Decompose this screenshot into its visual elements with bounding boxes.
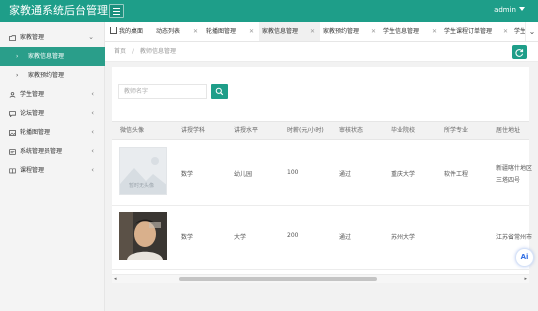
search-button[interactable]: [211, 84, 228, 99]
chevron-right-icon: ›: [16, 72, 19, 79]
cell-address: 江苏省常州市: [496, 234, 533, 241]
tab-tutor-booking[interactable]: 家教预约管理 ✕: [320, 22, 381, 41]
table-header: 微信头像 讲授学科 讲授水平 时薪(元/小时) 审核状态 毕业院校 所学专业 居…: [112, 121, 529, 140]
chevron-left-icon: ‹: [91, 147, 94, 155]
tab-news[interactable]: 动态列表 ✕: [154, 22, 204, 41]
avatar: [119, 212, 167, 260]
chevron-left-icon: ‹: [91, 128, 94, 136]
sidebar-item-students[interactable]: 学生管理 ‹: [0, 85, 105, 104]
sidebar-item-tutor-management[interactable]: 家教管理 ⌄: [0, 28, 105, 47]
close-icon[interactable]: ✕: [310, 22, 315, 41]
table-row: 数学 大学 200 通过 苏州大学 江苏省常州市: [112, 206, 533, 270]
sidebar-item-carousel[interactable]: 轮播图管理 ‹: [0, 123, 105, 142]
tab-desktop[interactable]: 我的桌面: [110, 22, 154, 41]
tab-bar: 我的桌面 动态列表 ✕ 轮播图管理 ✕ 家教信息管理 ✕ 家教预约管理 ✕ 学生信息管理…: [105, 22, 538, 42]
users-icon: [9, 92, 16, 98]
tab-student-info[interactable]: 学生信息管理 ✕: [381, 22, 442, 41]
chevron-down-icon: ⌄: [88, 33, 94, 41]
column-header: 讲授学科: [181, 127, 206, 134]
breadcrumb-current: 教师信息管理: [140, 48, 177, 55]
scrollbar-thumb[interactable]: [179, 277, 377, 281]
close-icon[interactable]: ✕: [371, 22, 376, 41]
horizontal-scrollbar[interactable]: ◂ ▸: [112, 274, 529, 283]
avatar-photo: [119, 212, 167, 260]
sidebar-item-forum[interactable]: 论坛管理 ‹: [0, 104, 105, 123]
table-row: 暂时无头像 数学 幼儿园 100 通过 重庆大学 软件工程 新疆喀什地区 三塔四…: [112, 140, 533, 206]
close-icon[interactable]: ✕: [503, 22, 508, 41]
chevron-left-icon: ‹: [91, 166, 94, 174]
breadcrumb: 首页 / 教师信息管理: [114, 48, 177, 55]
column-header: 毕业院校: [391, 127, 416, 134]
close-icon[interactable]: ✕: [249, 22, 254, 41]
column-header: 审核状态: [339, 127, 364, 134]
chevron-left-icon: ‹: [91, 90, 94, 98]
ai-assistant-button[interactable]: Ai: [515, 248, 534, 267]
cell-level: 幼儿园: [234, 171, 253, 178]
cell-subject: 数学: [181, 234, 194, 241]
sidebar-item-courses[interactable]: 课程管理 ‹: [0, 161, 105, 180]
close-icon[interactable]: ✕: [432, 22, 437, 41]
cell-level: 大学: [234, 234, 247, 241]
user-name: admin: [494, 6, 516, 14]
tab-carousel[interactable]: 轮播图管理 ✕: [204, 22, 259, 41]
close-icon[interactable]: ✕: [193, 22, 198, 41]
admin-icon: [9, 149, 16, 155]
book-icon: [9, 168, 16, 174]
sidebar-item-tutor-booking[interactable]: › 家教预约管理: [0, 66, 105, 85]
tab-scroll-button[interactable]: ⌄: [525, 22, 538, 41]
scroll-right-icon[interactable]: ▸: [524, 276, 527, 282]
tab-course-orders[interactable]: 学生课程订单管理 ✕: [442, 22, 512, 41]
sidebar-item-tutor-info[interactable]: › 家教信息管理: [0, 47, 105, 66]
breadcrumb-bar: 首页 / 教师信息管理: [105, 42, 538, 62]
refresh-icon: [515, 49, 524, 57]
chevron-left-icon: ‹: [91, 109, 94, 117]
sidebar: 家教管理 ⌄ › 家教信息管理 › 家教预约管理 学生管理 ‹ 论坛管理 ‹ 轮…: [0, 22, 105, 311]
user-menu[interactable]: admin: [494, 5, 525, 15]
cell-subject: 数学: [181, 171, 194, 178]
chevron-right-icon: ›: [16, 53, 19, 60]
folder-icon: [9, 35, 16, 41]
home-icon: [110, 27, 117, 34]
tab-tutor-info[interactable]: 家教信息管理 ✕: [259, 22, 320, 41]
cell-address: 三塔四号: [496, 177, 521, 184]
cell-address: 新疆喀什地区: [496, 165, 533, 172]
caret-down-icon: [519, 7, 525, 11]
search-icon: [215, 87, 224, 96]
cell-wage: 100: [287, 169, 299, 176]
sidebar-item-admins[interactable]: 系统管理员管理 ‹: [0, 142, 105, 161]
app-title: 家教通系统后台管理: [9, 4, 108, 17]
column-header: 微信头像: [120, 127, 145, 134]
avatar-caption: 暂时无头像: [129, 183, 155, 189]
image-icon: [9, 130, 16, 136]
menu-toggle-button[interactable]: [109, 4, 124, 18]
column-header: 讲授水平: [234, 127, 259, 134]
scroll-left-icon[interactable]: ◂: [114, 276, 117, 282]
column-header: 居住地址: [496, 127, 521, 134]
cell-major: 软件工程: [444, 171, 469, 178]
column-header: 所学专业: [444, 127, 469, 134]
cell-school: 苏州大学: [391, 234, 416, 241]
search-input[interactable]: 教师名字: [118, 84, 207, 99]
column-header: 时薪(元/小时): [287, 127, 324, 134]
chat-icon: [9, 111, 16, 117]
breadcrumb-home[interactable]: 首页: [114, 48, 126, 55]
avatar: 暂时无头像: [119, 147, 167, 195]
top-bar: 家教通系统后台管理 admin: [0, 0, 538, 22]
cell-wage: 200: [287, 232, 299, 239]
cell-status: 通过: [339, 171, 352, 178]
cell-status: 通过: [339, 234, 352, 241]
refresh-button[interactable]: [512, 45, 527, 59]
content-panel: 教师名字 微信头像 讲授学科 讲授水平 时薪(元/小时) 审核状态 毕业院校 所…: [112, 67, 533, 283]
cell-school: 重庆大学: [391, 171, 416, 178]
